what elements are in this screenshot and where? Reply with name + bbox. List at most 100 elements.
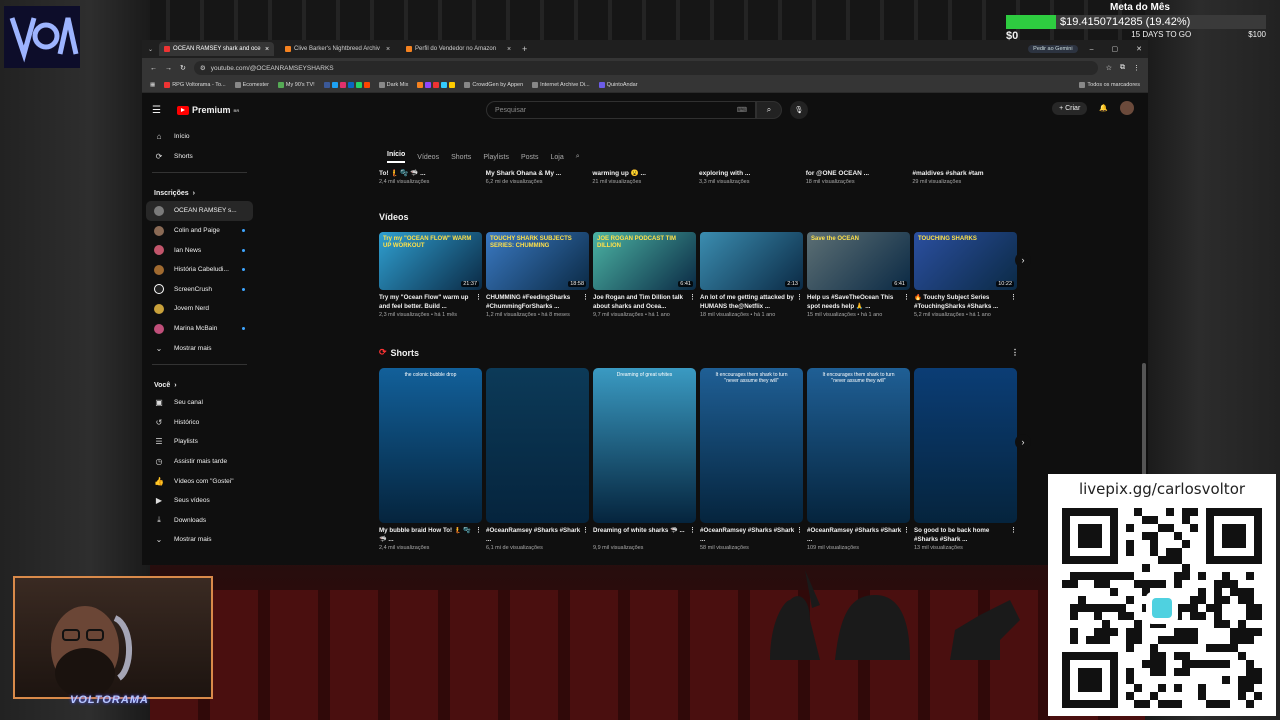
bookmark-item[interactable]: Ecomester xyxy=(234,82,269,88)
video-title[interactable]: Help us #SaveTheOcean This spot needs he… xyxy=(807,294,910,311)
sidebar-item-your-videos[interactable]: ▶ Seus vídeos xyxy=(142,491,257,511)
video-thumbnail[interactable]: Save the OCEAN 6:41 xyxy=(807,232,910,290)
search-input[interactable]: Pesquisar ⌨ xyxy=(486,101,756,119)
video-title[interactable]: Try my "Ocean Flow" warm up and feel bet… xyxy=(379,294,482,311)
short-title[interactable]: My bubble braid How To! 🧜 🫧 🦈 ... ⋮ xyxy=(379,527,482,544)
sidebar-item-downloads[interactable]: ⤓ Downloads xyxy=(142,511,257,531)
list-item[interactable]: warming up 😮 ... 21 mil visualizações xyxy=(592,169,699,186)
more-options-icon[interactable]: ⋮ xyxy=(796,294,803,303)
show-more-button-2[interactable]: ⌄ Mostrar mais xyxy=(142,530,257,550)
sidebar-item-your-channel[interactable]: ▣ Seu canal xyxy=(142,393,257,413)
sidebar-item-history[interactable]: ↺ Histórico xyxy=(142,413,257,433)
more-options-icon[interactable]: ⋮ xyxy=(903,527,910,536)
sidebar-item-playlists[interactable]: ☰ Playlists xyxy=(142,432,257,452)
video-thumbnail[interactable]: Try my "OCEAN FLOW" WARM UP WORKOUT 21:37 xyxy=(379,232,482,290)
video-card[interactable]: TOUCHING SHARKS 10:22 🔥 Touchy Subject Ser… xyxy=(914,232,1017,319)
short-thumbnail[interactable]: It encourages them shark to turn "never … xyxy=(700,368,803,523)
youtube-premium-logo[interactable]: Premium BR xyxy=(176,105,239,115)
short-title[interactable]: So good to be back home #Sharks #Shark .… xyxy=(914,527,1017,544)
more-options-icon[interactable]: ⋮ xyxy=(582,527,589,536)
video-title[interactable]: CHUMMING #FeedingSharks #ChummingForShar… xyxy=(486,294,589,311)
video-card[interactable]: Try my "OCEAN FLOW" WARM UP WORKOUT 21:37… xyxy=(379,232,482,319)
short-card[interactable]: So good to be back home #Sharks #Shark .… xyxy=(914,368,1017,552)
sidebar-item-ocean-ramsey[interactable]: OCEAN RAMSEY s... xyxy=(146,201,253,221)
section-menu-icon[interactable]: ⋮ xyxy=(1011,348,1019,357)
close-window-icon[interactable]: ✕ xyxy=(1130,45,1148,53)
keyboard-icon[interactable]: ⌨ xyxy=(737,106,747,114)
reload-icon[interactable]: ↻ xyxy=(180,64,186,72)
video-thumbnail[interactable]: TOUCHY SHARK SUBJECTS SERIES: CHUMMING 18… xyxy=(486,232,589,290)
more-options-icon[interactable]: ⋮ xyxy=(475,294,482,303)
more-options-icon[interactable]: ⋮ xyxy=(689,527,696,536)
tab-posts[interactable]: Posts xyxy=(521,154,539,161)
apps-icon[interactable]: ▦ xyxy=(150,82,155,88)
bookmark-icons[interactable] xyxy=(323,82,370,88)
tab-shorts[interactable]: Shorts xyxy=(451,154,471,161)
url-field[interactable]: ⚙ youtube.com/@OCEANRAMSEYSHARKS xyxy=(193,61,1098,75)
close-tab-icon[interactable]: × xyxy=(386,46,390,53)
more-options-icon[interactable]: ⋮ xyxy=(1010,294,1017,303)
voice-search-button[interactable]: 🎙 xyxy=(790,101,808,119)
close-tab-icon[interactable]: × xyxy=(507,46,511,53)
tab-ocean-ramsey[interactable]: OCEAN RAMSEY shark and oce × xyxy=(159,42,275,56)
sidebar-item-shorts[interactable]: ⟳ Shorts xyxy=(142,147,257,167)
list-item[interactable]: for @ONE OCEAN ... 18 mil visualizações xyxy=(806,169,913,186)
video-title[interactable]: Joe Rogan and Tim Dillion talk about sha… xyxy=(593,294,696,311)
shorts-section-title[interactable]: ⟳ Shorts ⋮ xyxy=(379,347,1019,358)
video-thumbnail[interactable]: JOE ROGAN PODCAST TIM DILLION 6:41 xyxy=(593,232,696,290)
tab-list-icon[interactable]: ⌄ xyxy=(148,46,153,53)
tab-amazon[interactable]: Perfil do Vendedor no Amazon × xyxy=(401,42,516,56)
short-thumbnail[interactable] xyxy=(914,368,1017,523)
back-icon[interactable]: ← xyxy=(150,65,157,72)
more-options-icon[interactable]: ⋮ xyxy=(689,294,696,303)
short-title[interactable]: #OceanRamsey #Sharks #Shark ... ⋮ xyxy=(807,527,910,544)
bookmark-item[interactable]: My 90's TV! xyxy=(277,82,315,88)
sidebar-item-watch-later[interactable]: ◷ Assistir mais tarde xyxy=(142,452,257,472)
tab-playlists[interactable]: Playlists xyxy=(483,154,509,161)
minimize-icon[interactable]: – xyxy=(1084,46,1100,53)
sidebar-item-jovem-nerd[interactable]: Jovem Nerd xyxy=(142,299,257,319)
more-options-icon[interactable]: ⋮ xyxy=(903,294,910,303)
video-title[interactable]: An lot of me getting attacked by HUMANS … xyxy=(700,294,803,311)
more-options-icon[interactable]: ⋮ xyxy=(475,527,482,536)
list-item[interactable]: #maldives #shark #tam 29 mil visualizaçõe… xyxy=(912,169,1019,186)
hamburger-menu-icon[interactable]: ☰ xyxy=(152,105,161,116)
video-title[interactable]: 🔥 Touchy Subject Series #TouchingSharks … xyxy=(914,294,1017,311)
bookmark-item[interactable]: Internet Archive Di... xyxy=(532,82,590,88)
short-title[interactable]: #OceanRamsey #Sharks #Shark ... ⋮ xyxy=(700,527,803,544)
sidebar-item-screencrush[interactable]: ScreenCrush xyxy=(142,280,257,300)
sidebar-item-colin-and-paige[interactable]: Colin and Paige xyxy=(142,221,257,241)
more-options-icon[interactable]: ⋮ xyxy=(582,294,589,303)
video-thumbnail[interactable]: TOUCHING SHARKS 10:22 xyxy=(914,232,1017,290)
tab-store[interactable]: Loja xyxy=(551,154,564,161)
sidebar-item-ian-news[interactable]: Ian News xyxy=(142,240,257,260)
short-title[interactable]: Dreaming of white sharks 🦈 ... ⋮ xyxy=(593,527,696,544)
short-card[interactable]: It encourages them shark to turn "never … xyxy=(700,368,803,552)
tab-home[interactable]: Início xyxy=(387,151,406,163)
create-button[interactable]: + Criar xyxy=(1052,101,1088,115)
short-thumbnail[interactable] xyxy=(486,368,589,523)
sidebar-item-marina-mcbain[interactable]: Marina McBain xyxy=(142,319,257,339)
short-card[interactable]: the colonic bubble drop My bubble braid H… xyxy=(379,368,482,552)
avatar[interactable] xyxy=(1120,101,1134,115)
bookmark-icons[interactable] xyxy=(417,82,456,88)
extensions-icon[interactable]: ⧉ xyxy=(1120,64,1125,72)
tab-videos[interactable]: Vídeos xyxy=(417,154,439,161)
tab-nightbreed[interactable]: Clive Barker's Nightbreed Archiv × xyxy=(280,42,395,56)
video-thumbnail[interactable]: 2:13 xyxy=(700,232,803,290)
short-card[interactable]: It encourages them shark to turn "never … xyxy=(807,368,910,552)
bookmark-item[interactable]: RPG Voltorama - To... xyxy=(164,82,226,88)
more-options-icon[interactable]: ⋮ xyxy=(1010,527,1017,536)
menu-icon[interactable]: ⋮ xyxy=(1133,64,1140,72)
list-item[interactable]: To! 🧜 🫧 🦈 ... 2,4 mil visualizações xyxy=(379,169,486,186)
notifications-icon[interactable]: 🔔 xyxy=(1099,104,1108,112)
star-icon[interactable]: ☆ xyxy=(1106,64,1112,72)
subscriptions-header[interactable]: Inscrições › xyxy=(142,179,257,201)
all-bookmarks[interactable]: Todos os marcadores xyxy=(1079,82,1140,88)
bookmark-item[interactable]: Dark Mix xyxy=(378,82,408,88)
you-header[interactable]: Você › xyxy=(142,371,257,393)
list-item[interactable]: My Shark Ohana & My ... 6,2 mi de visuali… xyxy=(486,169,593,186)
next-arrow-icon[interactable]: › xyxy=(1015,434,1031,450)
video-card[interactable]: Save the OCEAN 6:41 Help us #SaveTheOcean … xyxy=(807,232,910,319)
short-thumbnail[interactable]: the colonic bubble drop xyxy=(379,368,482,523)
